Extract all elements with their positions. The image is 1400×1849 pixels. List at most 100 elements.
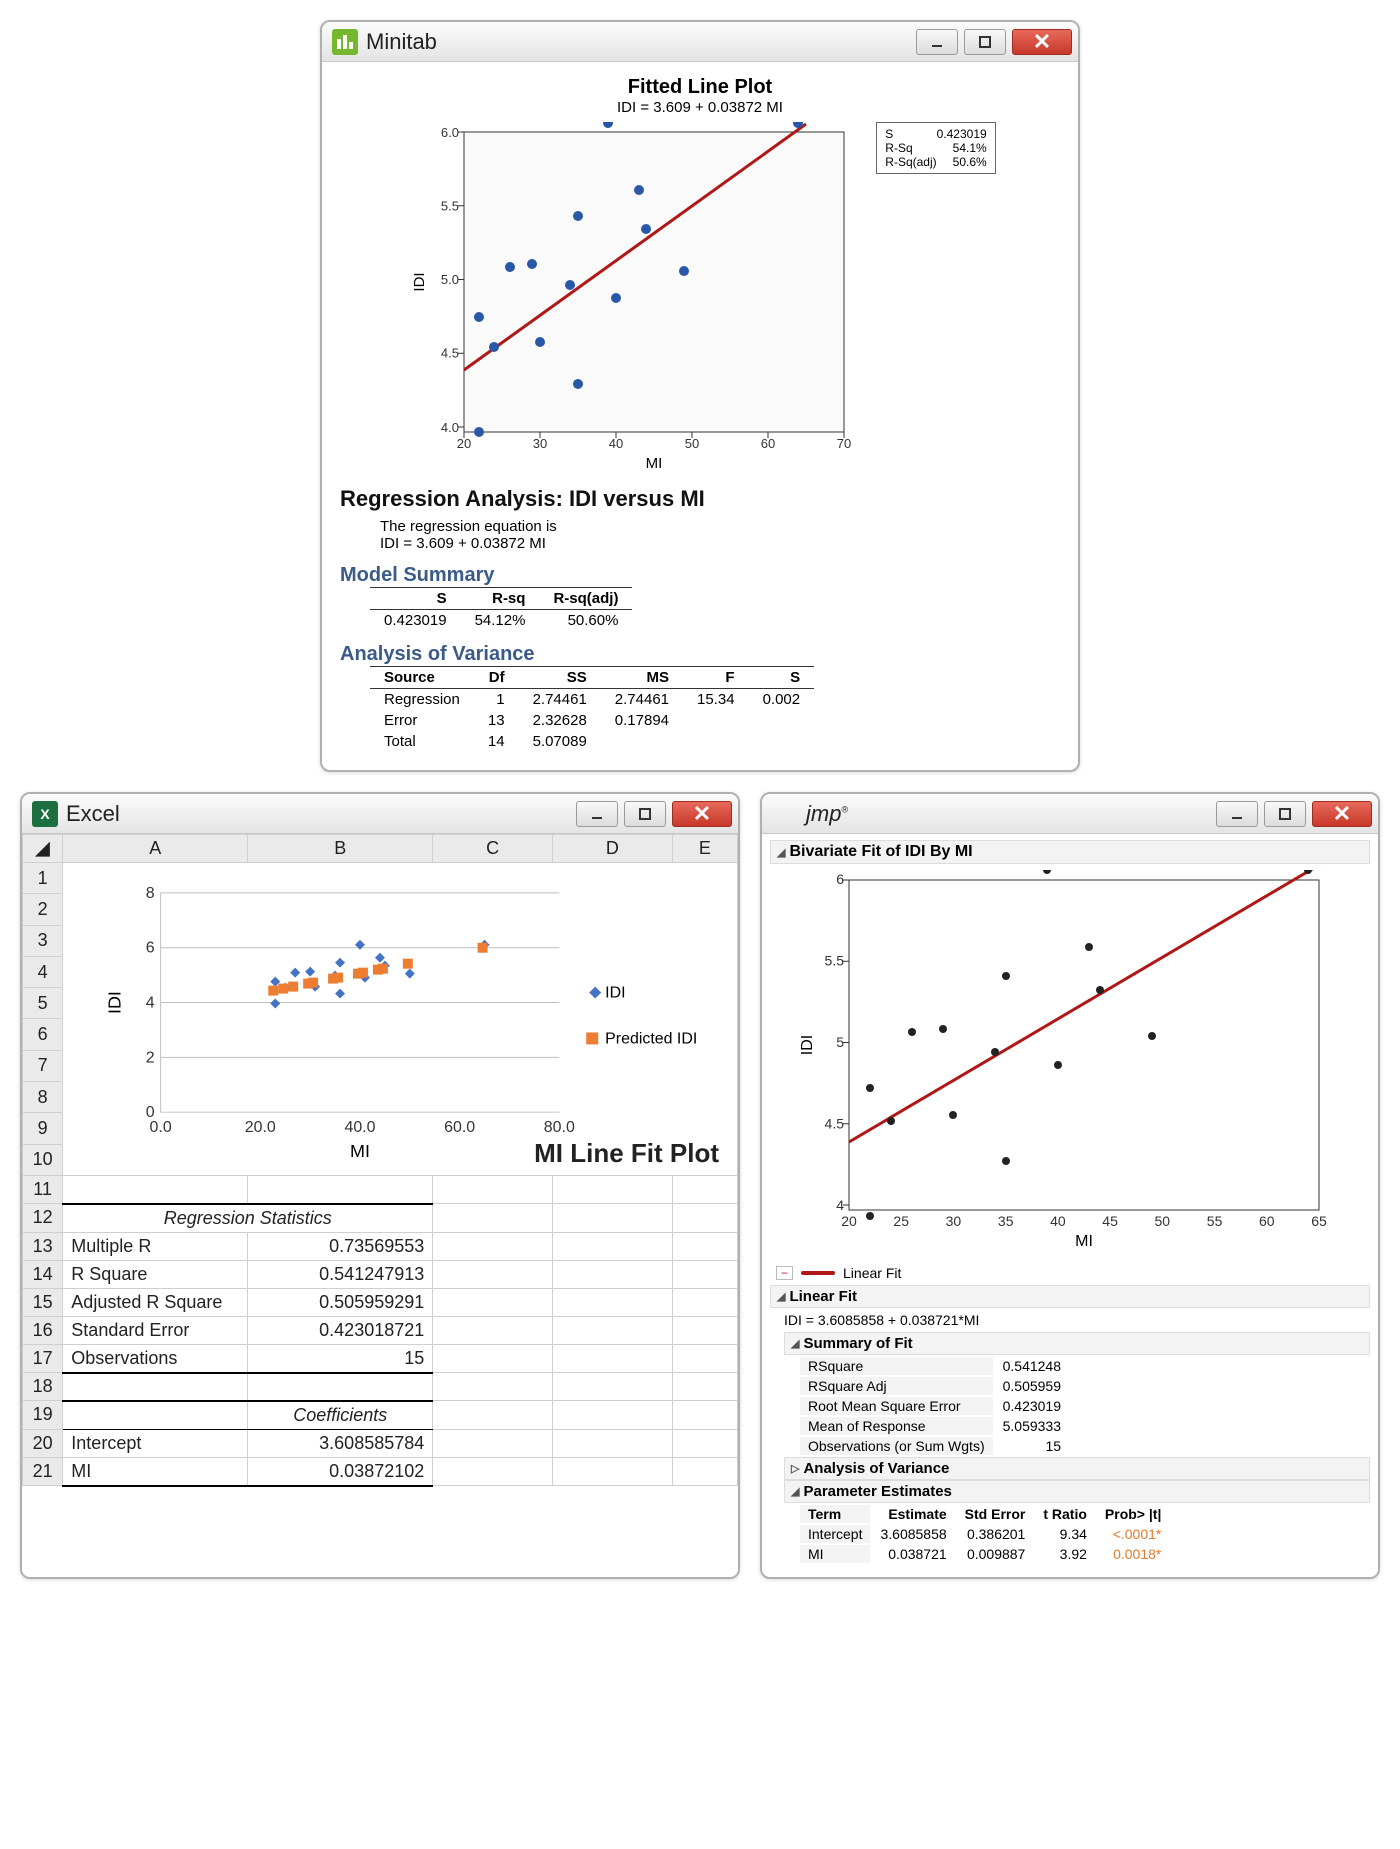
regression-stats-header[interactable]: Regression Statistics <box>63 1204 433 1233</box>
svg-text:60: 60 <box>761 436 775 451</box>
row-header[interactable]: 12 <box>23 1204 63 1233</box>
svg-text:X: X <box>40 806 50 822</box>
parameter-estimates-table: Term Estimate Std Error t Ratio Prob> |t… <box>798 1503 1171 1565</box>
x-axis-label: MI <box>1075 1233 1093 1250</box>
cell[interactable]: 0.73569553 <box>248 1232 433 1260</box>
minitab-titlebar[interactable]: Minitab ✕ <box>322 22 1078 62</box>
excel-titlebar[interactable]: X Excel ✕ <box>22 794 738 834</box>
svg-text:40: 40 <box>1050 1213 1066 1229</box>
maximize-button[interactable] <box>1264 801 1306 827</box>
svg-text:50: 50 <box>685 436 699 451</box>
minimize-button[interactable] <box>916 29 958 55</box>
row-header[interactable]: 2 <box>23 894 63 925</box>
minimize-button[interactable] <box>576 801 618 827</box>
excel-app-name: Excel <box>66 801 576 827</box>
svg-text:6: 6 <box>836 871 844 887</box>
row-header[interactable]: 11 <box>23 1176 63 1204</box>
disclosure-icon[interactable]: ▷ <box>791 1462 799 1475</box>
row-header[interactable]: 14 <box>23 1260 63 1288</box>
linear-fit-heading[interactable]: ◢Linear Fit <box>770 1285 1370 1308</box>
close-button[interactable]: ✕ <box>1012 29 1072 55</box>
regression-heading: Regression Analysis: IDI versus MI <box>340 486 1060 512</box>
svg-text:6.0: 6.0 <box>441 125 459 140</box>
col-header-a[interactable]: A <box>63 835 248 863</box>
svg-text:6: 6 <box>146 940 155 957</box>
model-summary-table: SR-sqR-sq(adj) 0.42301954.12%50.60% <box>370 587 632 631</box>
cell[interactable]: 0.541247913 <box>248 1260 433 1288</box>
disclosure-icon[interactable]: ◢ <box>791 1485 799 1498</box>
y-axis-label: IDI <box>799 1035 816 1055</box>
row-header[interactable]: 1 <box>23 863 63 894</box>
chart-title: Fitted Line Plot <box>628 76 772 99</box>
row-header[interactable]: 10 <box>23 1144 63 1175</box>
col-header-c[interactable]: C <box>433 835 553 863</box>
row-header[interactable]: 9 <box>23 1113 63 1144</box>
row-header[interactable]: 3 <box>23 925 63 956</box>
bivariate-heading[interactable]: ◢Bivariate Fit of IDI By MI <box>770 840 1370 864</box>
close-button[interactable]: ✕ <box>1312 801 1372 827</box>
svg-text:55: 55 <box>1207 1213 1223 1229</box>
cell[interactable]: R Square <box>63 1260 248 1288</box>
col-header-d[interactable]: D <box>552 835 672 863</box>
svg-text:35: 35 <box>998 1213 1014 1229</box>
line-swatch-icon <box>801 1271 835 1275</box>
cell[interactable]: Intercept <box>63 1429 248 1457</box>
svg-text:70: 70 <box>837 436 851 451</box>
legend-s-value: 0.423019 <box>937 127 987 141</box>
row-header[interactable]: 21 <box>23 1457 63 1486</box>
row-header[interactable]: 4 <box>23 956 63 987</box>
coefficients-header[interactable]: Coefficients <box>248 1401 433 1430</box>
minitab-chart: Fitted Line Plot IDI = 3.609 + 0.03872 M… <box>340 76 1060 472</box>
row-header[interactable]: 8 <box>23 1082 63 1113</box>
maximize-button[interactable] <box>964 29 1006 55</box>
minimize-button[interactable] <box>1216 801 1258 827</box>
cell[interactable]: Observations <box>63 1344 248 1373</box>
legend-idi: IDI <box>605 985 625 1002</box>
legend-s-label: S <box>885 127 893 141</box>
row-header[interactable]: 16 <box>23 1316 63 1344</box>
row-header[interactable]: 19 <box>23 1401 63 1430</box>
cell[interactable]: Standard Error <box>63 1316 248 1344</box>
parameter-estimates-heading[interactable]: ◢Parameter Estimates <box>784 1480 1370 1503</box>
cell[interactable]: 3.608585784 <box>248 1429 433 1457</box>
cell[interactable]: 15 <box>248 1344 433 1373</box>
anova-heading: Analysis of Variance <box>340 643 1060 666</box>
minitab-app-name: Minitab <box>366 29 916 55</box>
row-header[interactable]: 13 <box>23 1232 63 1260</box>
legend-rsqa-label: R-Sq(adj) <box>885 155 936 169</box>
cell[interactable]: 0.03872102 <box>248 1457 433 1486</box>
row-header[interactable]: 17 <box>23 1344 63 1373</box>
anova-heading[interactable]: ▷Analysis of Variance <box>784 1457 1370 1480</box>
row-header[interactable]: 15 <box>23 1288 63 1316</box>
cell[interactable]: Adjusted R Square <box>63 1288 248 1316</box>
cell[interactable]: 0.423018721 <box>248 1316 433 1344</box>
disclosure-icon[interactable]: ◢ <box>777 846 785 859</box>
toggle-icon[interactable]: − <box>776 1266 793 1280</box>
disclosure-icon[interactable]: ◢ <box>791 1337 799 1350</box>
summary-of-fit-heading[interactable]: ◢Summary of Fit <box>784 1332 1370 1355</box>
row-header[interactable]: 7 <box>23 1050 63 1081</box>
linear-fit-legend[interactable]: − Linear Fit <box>770 1261 1370 1285</box>
excel-spreadsheet[interactable]: ◢ A B C D E 1 <box>22 834 738 1487</box>
row-header[interactable]: 6 <box>23 1019 63 1050</box>
svg-text:40.0: 40.0 <box>345 1119 376 1136</box>
cell[interactable]: 0.505959291 <box>248 1288 433 1316</box>
cell[interactable]: Multiple R <box>63 1232 248 1260</box>
svg-text:20: 20 <box>457 436 471 451</box>
disclosure-icon[interactable]: ◢ <box>777 1290 785 1303</box>
svg-text:4.5: 4.5 <box>441 346 459 361</box>
col-header-b[interactable]: B <box>248 835 433 863</box>
maximize-button[interactable] <box>624 801 666 827</box>
jmp-titlebar[interactable]: jmp® ✕ <box>762 794 1378 834</box>
row-header[interactable]: 18 <box>23 1373 63 1401</box>
jmp-scatter-plot: 4 4.5 5 5.5 6 2025 3035 4045 5055 6065 <box>794 870 1334 1250</box>
minitab-icon <box>332 29 358 55</box>
close-button[interactable]: ✕ <box>672 801 732 827</box>
row-header[interactable]: 5 <box>23 988 63 1019</box>
col-header-e[interactable]: E <box>672 835 737 863</box>
corner-cell[interactable]: ◢ <box>23 835 63 863</box>
row-header[interactable]: 20 <box>23 1429 63 1457</box>
svg-text:20.0: 20.0 <box>245 1119 276 1136</box>
cell[interactable]: MI <box>63 1457 248 1486</box>
jmp-equation: IDI = 3.6085858 + 0.038721*MI <box>784 1308 1370 1332</box>
